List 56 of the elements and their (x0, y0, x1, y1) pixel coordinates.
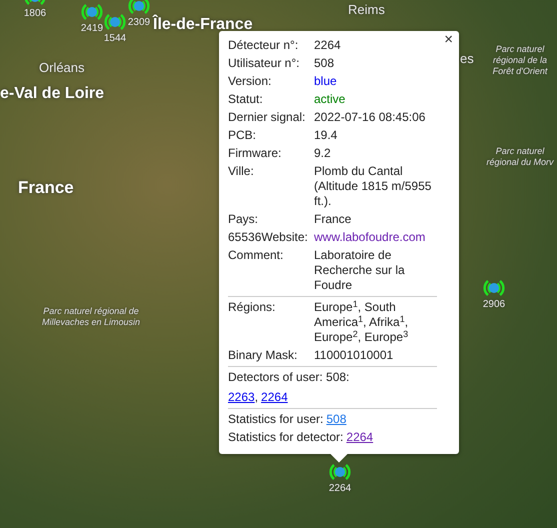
status-value: active (314, 92, 346, 107)
detector-marker-icon[interactable] (80, 2, 104, 22)
field-label: Comment: (228, 248, 284, 264)
field-label: 65536Website: (228, 230, 309, 245)
field-label: PCB: (228, 128, 258, 143)
field-value: 508 (314, 56, 336, 71)
map-place-label: France (18, 177, 74, 199)
field-label: Détecteur n°: (228, 38, 300, 53)
field-label: Utilisateur n°: (228, 56, 300, 71)
detector-marker-icon[interactable] (482, 278, 506, 298)
field-value: Europe$^{1}$, South America$^{1}$, Afrika$^{1}$, Europe$^{2}$, Europe$^{3}$ (314, 300, 410, 345)
detector-link[interactable]: 2263 (228, 390, 255, 405)
field-value: 110001010001 (314, 348, 394, 363)
field-label: Version: (228, 74, 272, 89)
stats-link[interactable]: 508 (326, 412, 346, 427)
field-label: Ville: (228, 164, 255, 180)
marker-label: 2309 (128, 18, 150, 28)
detector-link[interactable]: 2264 (261, 390, 288, 405)
version-value: blue (314, 74, 338, 89)
field-value: Laboratoire de Recherche sur la Foudre (314, 248, 406, 293)
marker-label: 2419 (80, 24, 104, 34)
detector-marker-icon[interactable] (103, 12, 127, 32)
field-value: 9.2 (314, 146, 332, 161)
map-place-label: Reims (348, 1, 385, 19)
field-label: Pays: (228, 212, 260, 227)
field-label: Statut: (228, 92, 264, 107)
field-value: 2264 (314, 38, 342, 53)
field-label: Régions: (228, 300, 276, 316)
website-link[interactable]: www.labofoudre.com (314, 230, 437, 245)
field-value: 2022-07-16 08:45:06 (314, 110, 426, 125)
detector-marker-icon[interactable] (328, 462, 352, 482)
map-place-label: e-Val de Loire (0, 84, 104, 104)
detector-marker-icon[interactable] (127, 0, 151, 16)
stats-link[interactable]: 2264 (346, 430, 374, 445)
map-place-label: Parc naturel régional de la Forêt d'Orient (492, 44, 549, 77)
marker-label: 2264 (328, 484, 352, 494)
stats-label: Statistics for detector: (228, 430, 344, 445)
stats-label: Statistics for user: (228, 412, 324, 427)
field-value: 19.4 (314, 128, 338, 143)
marker-label: 1806 (24, 9, 46, 19)
marker-label: 2906 (482, 300, 506, 310)
map-place-label: es (460, 50, 474, 68)
map-place-label: Orléans (39, 59, 85, 77)
map-place-label: Parc naturel régional du Morv (485, 146, 555, 168)
field-label: Binary Mask: (228, 348, 298, 363)
marker-label: 1544 (104, 34, 126, 44)
map-place-label: Parc naturel régional de Millevaches en Limousin (40, 306, 142, 328)
field-label: Dernier signal: (228, 110, 306, 125)
map-place-label: Île-de-France (153, 14, 253, 35)
field-value: Plomb du Cantal (Altitude 1815 m/5955 ft.). (314, 164, 432, 209)
field-label: Firmware: (228, 146, 282, 161)
section-title: Detectors of user: 508: (228, 370, 350, 385)
close-button[interactable]: × (442, 32, 455, 47)
separator: , (254, 390, 258, 405)
satellite-map[interactable] (0, 0, 557, 528)
field-value: France (314, 212, 352, 227)
